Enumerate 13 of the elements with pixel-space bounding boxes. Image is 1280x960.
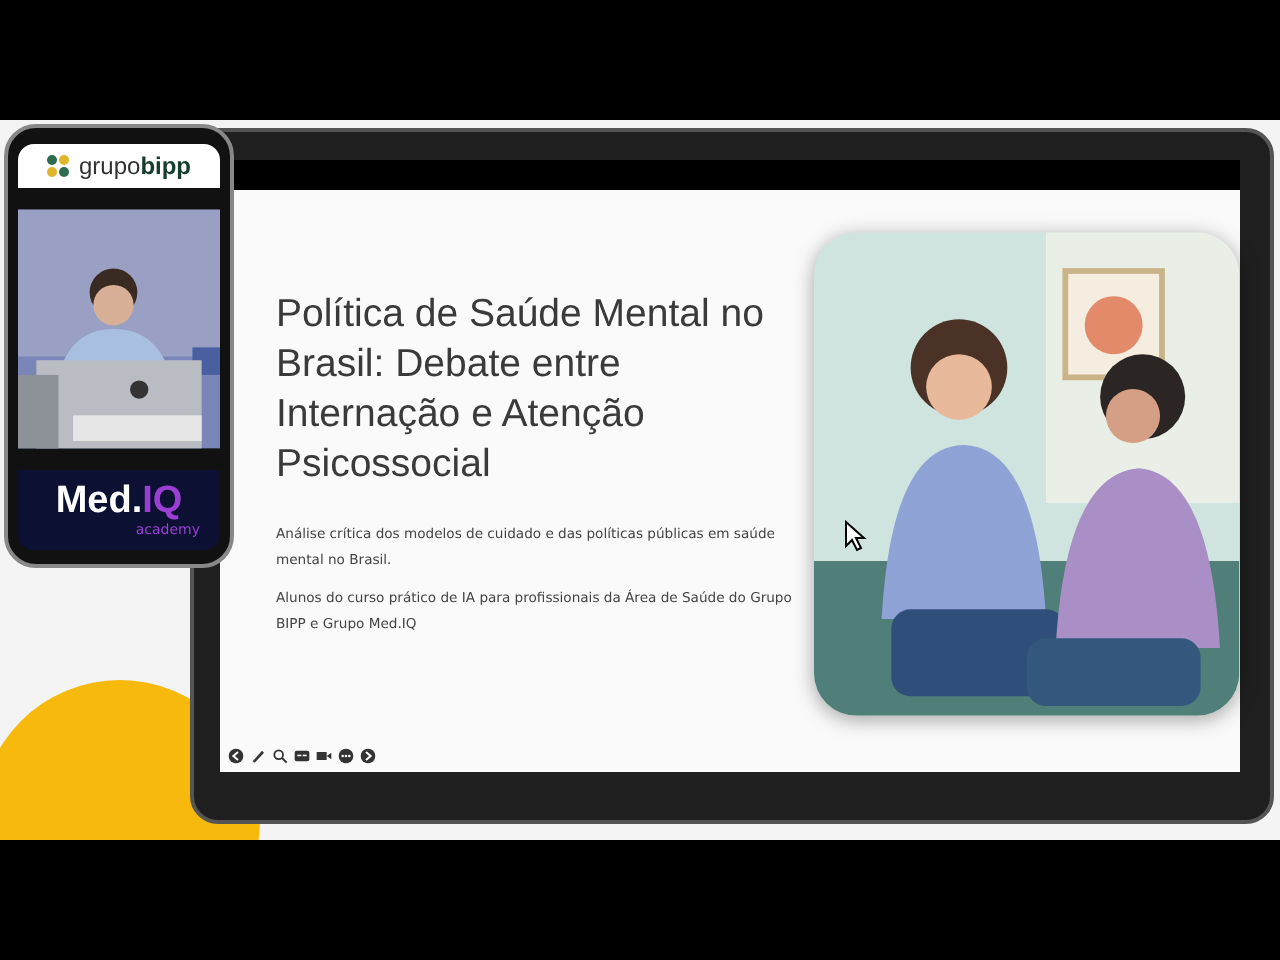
search-icon[interactable] — [272, 748, 288, 764]
logo-icon — [46, 154, 71, 178]
video-camera-icon[interactable] — [316, 748, 332, 764]
cursor-icon — [844, 520, 868, 552]
pen-icon[interactable] — [250, 748, 266, 764]
slide-title: Política de Saúde Mental no Brasil: Debate entre Internação e Atenção Psicossocial — [276, 290, 766, 490]
more-icon[interactable] — [338, 748, 354, 764]
captions-icon[interactable] — [294, 748, 310, 764]
forward-icon[interactable] — [360, 748, 376, 764]
back-icon[interactable] — [228, 748, 244, 764]
brand-name: Med. — [55, 482, 143, 522]
logo-text: grupobipp — [78, 152, 192, 180]
brand-suffix: IQ — [142, 482, 183, 522]
